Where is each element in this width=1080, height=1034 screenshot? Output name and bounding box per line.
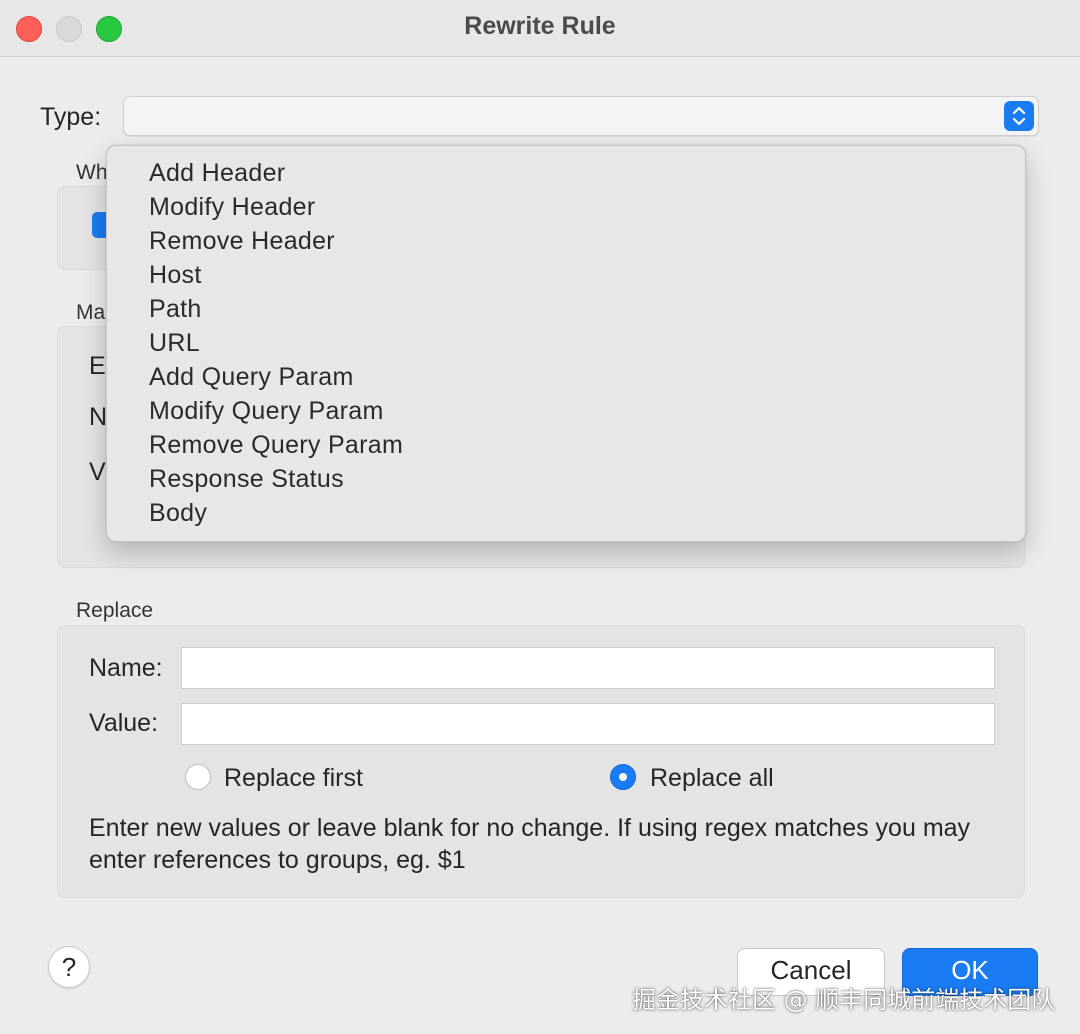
replace-hint-text: Enter new values or leave blank for no c… bbox=[89, 814, 971, 874]
replace-all-label: Replace all bbox=[650, 764, 774, 792]
match-row-label: N bbox=[89, 403, 108, 431]
menu-item-response-status[interactable]: Response Status bbox=[149, 465, 344, 494]
name-field[interactable] bbox=[181, 647, 995, 689]
menu-item-path[interactable]: Path bbox=[149, 295, 202, 324]
menu-item-add-header[interactable]: Add Header bbox=[149, 159, 285, 188]
menu-item-remove-query-param[interactable]: Remove Query Param bbox=[149, 431, 403, 460]
replace-section-label: Replace bbox=[76, 599, 154, 622]
name-label: Name: bbox=[89, 654, 163, 682]
replace-all-radio[interactable] bbox=[610, 764, 636, 790]
select-stepper-icon[interactable] bbox=[1004, 101, 1034, 131]
window-title: Rewrite Rule bbox=[464, 12, 616, 40]
match-row-label: V bbox=[89, 458, 106, 486]
menu-item-body[interactable]: Body bbox=[149, 499, 207, 528]
type-dropdown-menu: Add Header Modify Header Remove Header H… bbox=[106, 145, 1026, 542]
menu-item-url[interactable]: URL bbox=[149, 329, 200, 358]
menu-item-add-query-param[interactable]: Add Query Param bbox=[149, 363, 354, 392]
value-label: Value: bbox=[89, 709, 159, 737]
menu-item-remove-header[interactable]: Remove Header bbox=[149, 227, 335, 256]
value-field[interactable] bbox=[181, 703, 995, 745]
title-bar: Rewrite Rule bbox=[0, 0, 1080, 57]
match-section-label: Ma bbox=[76, 301, 106, 324]
menu-item-modify-header[interactable]: Modify Header bbox=[149, 193, 315, 222]
replace-first-label: Replace first bbox=[224, 764, 363, 792]
menu-item-host[interactable]: Host bbox=[149, 261, 202, 290]
help-button[interactable]: ? bbox=[48, 946, 90, 988]
watermark-text: 掘金技术社区 @ 顺丰同城前端技术团队 bbox=[632, 986, 1056, 1014]
menu-item-modify-query-param[interactable]: Modify Query Param bbox=[149, 397, 384, 426]
when-section-label: Wh bbox=[76, 161, 108, 184]
type-label: Type: bbox=[40, 103, 102, 131]
replace-first-radio[interactable] bbox=[185, 764, 211, 790]
type-select[interactable] bbox=[123, 96, 1039, 136]
match-row-label: E bbox=[89, 352, 106, 380]
